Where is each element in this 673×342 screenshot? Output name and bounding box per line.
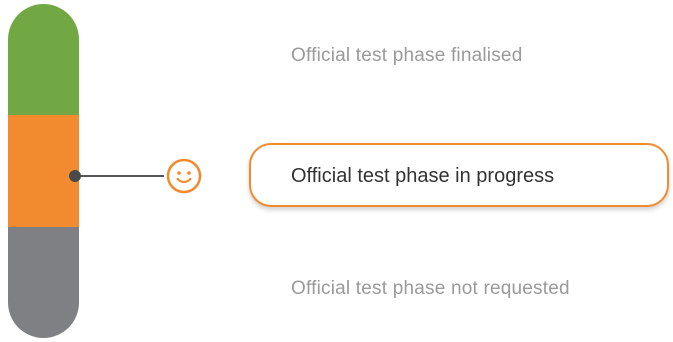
phase-label-in-progress: Official test phase in progress — [291, 165, 555, 187]
current-phase-highlight: Official test phase in progress — [249, 143, 669, 207]
phase-status-bar — [8, 4, 79, 338]
phase-label-finalised: Official test phase finalised — [291, 45, 523, 66]
phase-segment-finalised — [8, 4, 79, 116]
phase-segment-in-progress — [8, 115, 79, 227]
connector-dot — [69, 170, 81, 182]
phase-label-not-requested: Official test phase not requested — [291, 278, 570, 299]
phase-segment-not-requested — [8, 226, 79, 338]
connector-line — [76, 175, 164, 177]
smiley-face-icon — [166, 158, 202, 194]
